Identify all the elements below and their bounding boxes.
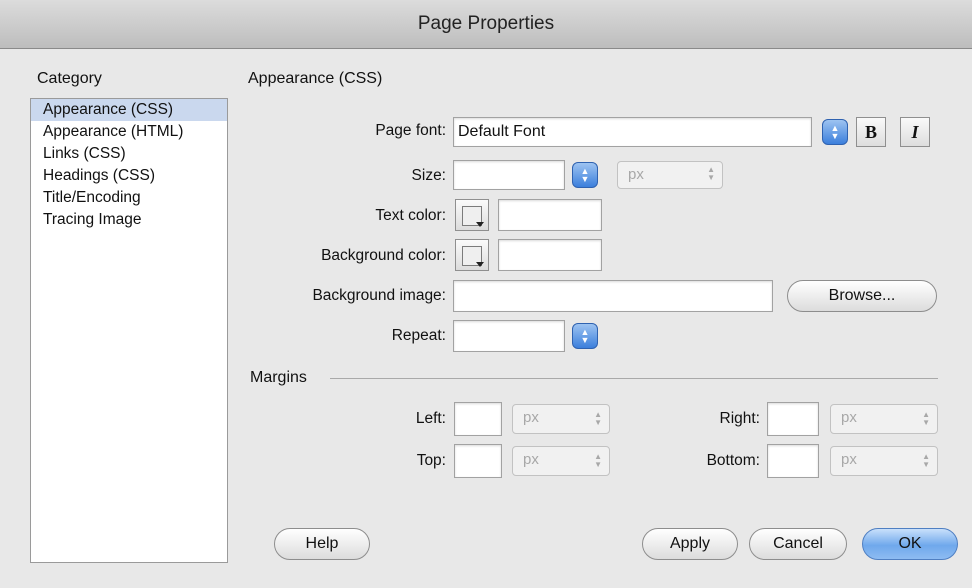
margin-top-unit-value: px [523, 451, 539, 468]
margin-top-field[interactable] [454, 444, 502, 478]
dropdown-triangle-icon [476, 222, 484, 227]
category-item-tracing-image[interactable]: Tracing Image [31, 209, 227, 231]
text-color-label: Text color: [375, 207, 446, 224]
size-field[interactable] [453, 160, 565, 190]
size-label: Size: [411, 167, 446, 184]
chevron-down-icon: ▼ [830, 131, 840, 141]
margin-right-unit-select[interactable]: px ▲ ▼ [830, 404, 938, 434]
background-image-field[interactable] [453, 280, 773, 312]
cancel-button[interactable]: Cancel [749, 528, 847, 560]
category-list[interactable]: Appearance (CSS) Appearance (HTML) Links… [30, 98, 228, 563]
ok-button[interactable]: OK [862, 528, 958, 560]
background-image-label: Background image: [312, 287, 446, 304]
margin-right-field[interactable] [767, 402, 819, 436]
margin-top-label: Top: [416, 452, 446, 469]
select-arrows-icon: ▲ ▼ [922, 452, 930, 469]
size-unit-value: px [628, 166, 644, 183]
select-arrows-icon: ▲ ▼ [594, 410, 602, 427]
margin-left-field[interactable] [454, 402, 502, 436]
chevron-down-icon: ▼ [580, 335, 590, 345]
category-item-headings-css[interactable]: Headings (CSS) [31, 165, 227, 187]
margin-right-label: Right: [719, 410, 761, 427]
dropdown-triangle-icon [476, 262, 484, 267]
window-title: Page Properties [0, 0, 972, 49]
category-item-links-css[interactable]: Links (CSS) [31, 143, 227, 165]
help-button[interactable]: Help [274, 528, 370, 560]
bold-button[interactable]: B [856, 117, 886, 147]
page-properties-dialog: Page Properties Category Appearance (CSS… [0, 0, 972, 588]
margins-divider [330, 378, 938, 379]
italic-button[interactable]: I [900, 117, 930, 147]
select-arrows-icon: ▲ ▼ [594, 452, 602, 469]
category-item-appearance-css[interactable]: Appearance (CSS) [31, 99, 227, 121]
margin-right-unit-value: px [841, 409, 857, 426]
repeat-dropdown-button[interactable]: ▲ ▼ [572, 323, 598, 349]
size-dropdown-button[interactable]: ▲ ▼ [572, 162, 598, 188]
page-font-label: Page font: [375, 122, 446, 139]
select-arrows-icon: ▲ ▼ [922, 410, 930, 427]
background-color-field[interactable] [498, 239, 602, 271]
browse-button[interactable]: Browse... [787, 280, 937, 312]
margin-bottom-label: Bottom: [706, 452, 760, 469]
margin-top-unit-select[interactable]: px ▲ ▼ [512, 446, 610, 476]
background-color-picker[interactable] [455, 239, 489, 271]
page-font-dropdown-button[interactable]: ▲ ▼ [822, 119, 848, 145]
category-item-appearance-html[interactable]: Appearance (HTML) [31, 121, 227, 143]
margin-left-unit-select[interactable]: px ▲ ▼ [512, 404, 610, 434]
margins-title: Margins [250, 369, 307, 386]
repeat-field[interactable] [453, 320, 565, 352]
margin-left-label: Left: [415, 410, 446, 427]
margin-bottom-unit-select[interactable]: px ▲ ▼ [830, 446, 938, 476]
chevron-down-icon: ▼ [580, 174, 590, 184]
select-arrows-icon: ▲ ▼ [707, 165, 715, 182]
text-color-field[interactable] [498, 199, 602, 231]
text-color-picker[interactable] [455, 199, 489, 231]
margin-bottom-field[interactable] [767, 444, 819, 478]
page-font-field[interactable]: Default Font [453, 117, 812, 147]
section-title: Appearance (CSS) [248, 70, 383, 87]
apply-button[interactable]: Apply [642, 528, 738, 560]
category-item-title-encoding[interactable]: Title/Encoding [31, 187, 227, 209]
repeat-label: Repeat: [391, 327, 446, 344]
margin-left-unit-value: px [523, 409, 539, 426]
margin-bottom-unit-value: px [841, 451, 857, 468]
size-unit-select[interactable]: px ▲ ▼ [617, 161, 723, 189]
background-color-label: Background color: [321, 247, 446, 264]
category-label: Category [37, 70, 102, 87]
